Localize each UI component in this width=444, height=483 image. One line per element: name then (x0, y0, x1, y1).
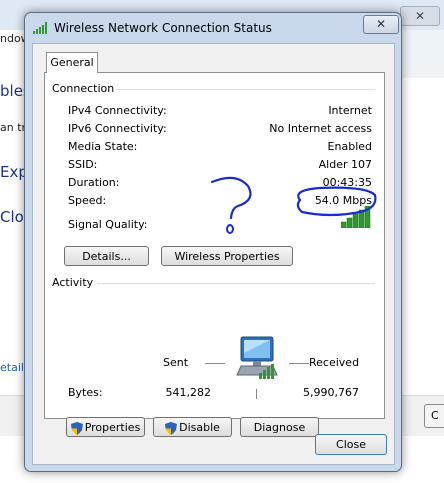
close-button[interactable]: Close (315, 434, 387, 455)
uac-shield-icon (70, 421, 83, 435)
properties-label: Properties (84, 421, 141, 434)
diagnose-button[interactable]: Diagnose (240, 417, 319, 437)
disable-label: Disable (179, 421, 220, 434)
title-close-button[interactable]: ✕ (363, 15, 399, 34)
wireless-properties-button[interactable]: Wireless Properties (161, 246, 293, 266)
bytes-label: Bytes: (68, 386, 103, 399)
wireless-signal-icon (33, 22, 47, 34)
background-close-button[interactable]: ✕ (400, 6, 440, 26)
duration-label: Duration: (68, 176, 120, 189)
connection-group-line (105, 89, 375, 90)
tab-panel-general: Connection IPv4 Connectivity: Internet I… (44, 72, 385, 437)
bytes-sent-value: 541,282 (165, 386, 212, 399)
ipv6-value: No Internet access (269, 122, 372, 135)
sent-label: Sent (163, 356, 189, 369)
sent-connector (205, 363, 225, 364)
ipv4-label: IPv4 Connectivity: (68, 104, 167, 117)
received-connector (289, 363, 309, 364)
dialog-client: General Connection IPv4 Connectivity: In… (32, 43, 395, 465)
ipv4-value: Internet (328, 104, 372, 117)
bytes-received-value: 5,990,767 (303, 386, 359, 399)
properties-button[interactable]: Properties (66, 417, 145, 437)
status-dialog: Wireless Network Connection Status ✕ Gen… (24, 12, 402, 472)
background-button[interactable]: C (424, 404, 444, 428)
disable-button[interactable]: Disable (153, 417, 232, 437)
ssid-label: SSID: (68, 158, 98, 171)
details-button[interactable]: Details... (64, 246, 149, 266)
media-state-label: Media State: (68, 140, 138, 153)
dialog-title: Wireless Network Connection Status (54, 21, 272, 35)
connection-group-label: Connection (50, 82, 117, 95)
activity-group-label: Activity (50, 276, 96, 289)
background-text-4: Clo (0, 208, 24, 226)
network-computer-icon (236, 336, 278, 379)
signal-quality-icon (341, 206, 371, 228)
dialog-titlebar[interactable]: Wireless Network Connection Status ✕ (25, 13, 401, 43)
tab-general[interactable]: General (46, 52, 98, 73)
media-state-value: Enabled (327, 140, 372, 153)
duration-value: 00:43:35 (322, 176, 372, 189)
uac-shield-icon (165, 421, 178, 435)
received-label: Received (309, 356, 360, 369)
signal-quality-label: Signal Quality: (68, 218, 148, 231)
background-panel (400, 30, 444, 78)
background-link[interactable]: etail (0, 361, 24, 374)
activity-group-line (97, 283, 375, 284)
ssid-value: Alder 107 (318, 158, 372, 171)
speed-label: Speed: (68, 194, 107, 207)
bytes-divider (256, 389, 257, 399)
ipv6-label: IPv6 Connectivity: (68, 122, 167, 135)
